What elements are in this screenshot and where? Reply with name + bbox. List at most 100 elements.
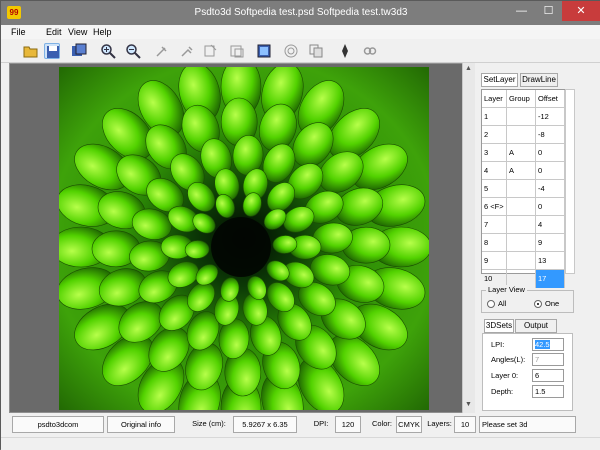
layers-label: Layers: xyxy=(427,419,452,428)
original-info-button[interactable]: Original info xyxy=(107,416,175,433)
table-cell xyxy=(507,180,536,198)
status-site: psdto3dcom xyxy=(12,416,104,433)
pen-icon[interactable] xyxy=(337,43,353,59)
layer-view-legend: Layer View xyxy=(486,285,527,294)
maximize-button[interactable]: ☐ xyxy=(535,1,562,21)
table-cell xyxy=(507,252,536,270)
tab-setlayer[interactable]: SetLayer xyxy=(481,73,518,87)
green-flower-image xyxy=(59,67,429,410)
table-scrollbar[interactable] xyxy=(565,89,575,274)
table-cell: 9 xyxy=(482,252,507,270)
column-header: Offset xyxy=(536,90,565,108)
target-icon[interactable] xyxy=(283,43,299,59)
toolbar xyxy=(1,39,600,63)
close-button[interactable]: ✕ xyxy=(562,1,600,21)
table-row[interactable]: 6 <F> 0 xyxy=(482,198,566,216)
size-label: Size (cm): xyxy=(192,419,226,428)
bottom-edge xyxy=(1,437,600,450)
table-cell xyxy=(507,108,536,126)
save-icon[interactable] xyxy=(44,43,60,59)
color-value: CMYK xyxy=(396,416,422,433)
3d-settings-panel: LPI: 42.5 Angles(L): 7 Layer 0: 6 Depth:… xyxy=(482,333,573,411)
tab-3dsets[interactable]: 3DSets xyxy=(484,319,514,333)
table-cell: A xyxy=(507,162,536,180)
lpi-label: LPI: xyxy=(491,340,505,349)
table-cell[interactable]: 4 xyxy=(536,216,565,234)
radio-all-label: All xyxy=(498,299,507,308)
radio-one-label: One xyxy=(545,299,560,308)
depth-field[interactable]: 1.5 xyxy=(532,385,564,398)
table-cell[interactable]: 9 xyxy=(536,234,565,252)
tool-3-icon[interactable] xyxy=(202,43,218,59)
table-cell[interactable]: -12 xyxy=(536,108,565,126)
depth-label: Depth: xyxy=(491,387,514,396)
table-cell[interactable]: 13 xyxy=(536,252,565,270)
angles-field[interactable]: 7 xyxy=(532,353,564,366)
tool-2-icon[interactable] xyxy=(179,43,195,59)
open-icon[interactable] xyxy=(23,43,39,59)
table-row[interactable]: 74 xyxy=(482,216,566,234)
table-cell-selected[interactable]: 17 xyxy=(536,270,565,288)
table-cell: 2 xyxy=(482,126,507,144)
canvas-scrollbar[interactable]: ▲ ▼ xyxy=(462,63,475,413)
tool-1-icon[interactable] xyxy=(154,43,170,59)
table-row[interactable]: 9 13 xyxy=(482,252,566,270)
tab-output-sets[interactable]: Output Sets xyxy=(515,319,557,342)
size-value: 5.9267 x 6.35 xyxy=(233,416,297,433)
table-cell[interactable]: 0 xyxy=(536,144,565,162)
scroll-up-icon[interactable]: ▲ xyxy=(465,65,472,72)
tool-4-icon[interactable] xyxy=(229,43,245,59)
lpi-field[interactable]: 42.5 xyxy=(532,338,564,351)
table-cell: 1 xyxy=(482,108,507,126)
zoom-in-icon[interactable] xyxy=(100,43,116,59)
radio-one[interactable] xyxy=(534,300,542,308)
image-icon[interactable] xyxy=(256,43,272,59)
table-cell[interactable]: -4 xyxy=(536,180,565,198)
layer0-field[interactable]: 6 xyxy=(532,369,564,382)
tab-drawline[interactable]: DrawLine xyxy=(520,73,558,87)
menu-file[interactable]: File xyxy=(11,27,26,37)
scroll-down-icon[interactable]: ▼ xyxy=(465,401,472,408)
app-window: 99 Psdto3d Softpedia test.psd Softpedia … xyxy=(0,0,600,450)
table-cell: 3 xyxy=(482,144,507,162)
menu-view[interactable]: View xyxy=(68,27,87,37)
table-cell: 7 xyxy=(482,216,507,234)
zoom-out-icon[interactable] xyxy=(125,43,141,59)
table-cell xyxy=(507,126,536,144)
column-header: Group xyxy=(507,90,536,108)
table-row[interactable]: 3A0 xyxy=(482,144,566,162)
minimize-button[interactable]: — xyxy=(508,1,535,21)
column-header: Layer xyxy=(482,90,507,108)
title-bar: 99 Psdto3d Softpedia test.psd Softpedia … xyxy=(1,1,600,25)
dpi-value: 120 xyxy=(335,416,361,433)
table-cell xyxy=(507,216,536,234)
status-message: Please set 3d parameters£¬ xyxy=(479,416,576,444)
table-row[interactable]: 89 xyxy=(482,234,566,252)
table-header: Layer Group Offset xyxy=(482,90,566,108)
table-cell: 4 xyxy=(482,162,507,180)
table-cell: 8 xyxy=(482,234,507,252)
table-cell[interactable]: 0 xyxy=(536,162,565,180)
layer0-label: Layer 0: xyxy=(491,371,519,380)
dpi-label: DPI: xyxy=(313,419,329,428)
table-row[interactable]: 4A0 xyxy=(482,162,566,180)
table-cell: 5 xyxy=(482,180,507,198)
table-row[interactable]: 2 -8 xyxy=(482,126,566,144)
table-cell xyxy=(507,234,536,252)
table-cell[interactable]: 0 xyxy=(536,198,565,216)
save-as-icon[interactable] xyxy=(71,43,87,59)
layers-icon[interactable] xyxy=(308,43,324,59)
layer-view-group: Layer View All One xyxy=(481,285,574,313)
menu-bar: File Edit View Help xyxy=(1,25,600,39)
menu-edit[interactable]: Edit xyxy=(46,27,62,37)
table-row[interactable]: 5 -4 xyxy=(482,180,566,198)
radio-all[interactable] xyxy=(487,300,495,308)
table-cell: 6 <F> xyxy=(482,198,507,216)
menu-help[interactable]: Help xyxy=(93,27,112,37)
angles-label: Angles(L): xyxy=(491,355,526,364)
table-cell[interactable]: -8 xyxy=(536,126,565,144)
color-label: Color: xyxy=(371,419,392,428)
table-row[interactable]: 1 -12 xyxy=(482,108,566,126)
table-cell: A xyxy=(507,144,536,162)
link-icon[interactable] xyxy=(362,43,378,59)
